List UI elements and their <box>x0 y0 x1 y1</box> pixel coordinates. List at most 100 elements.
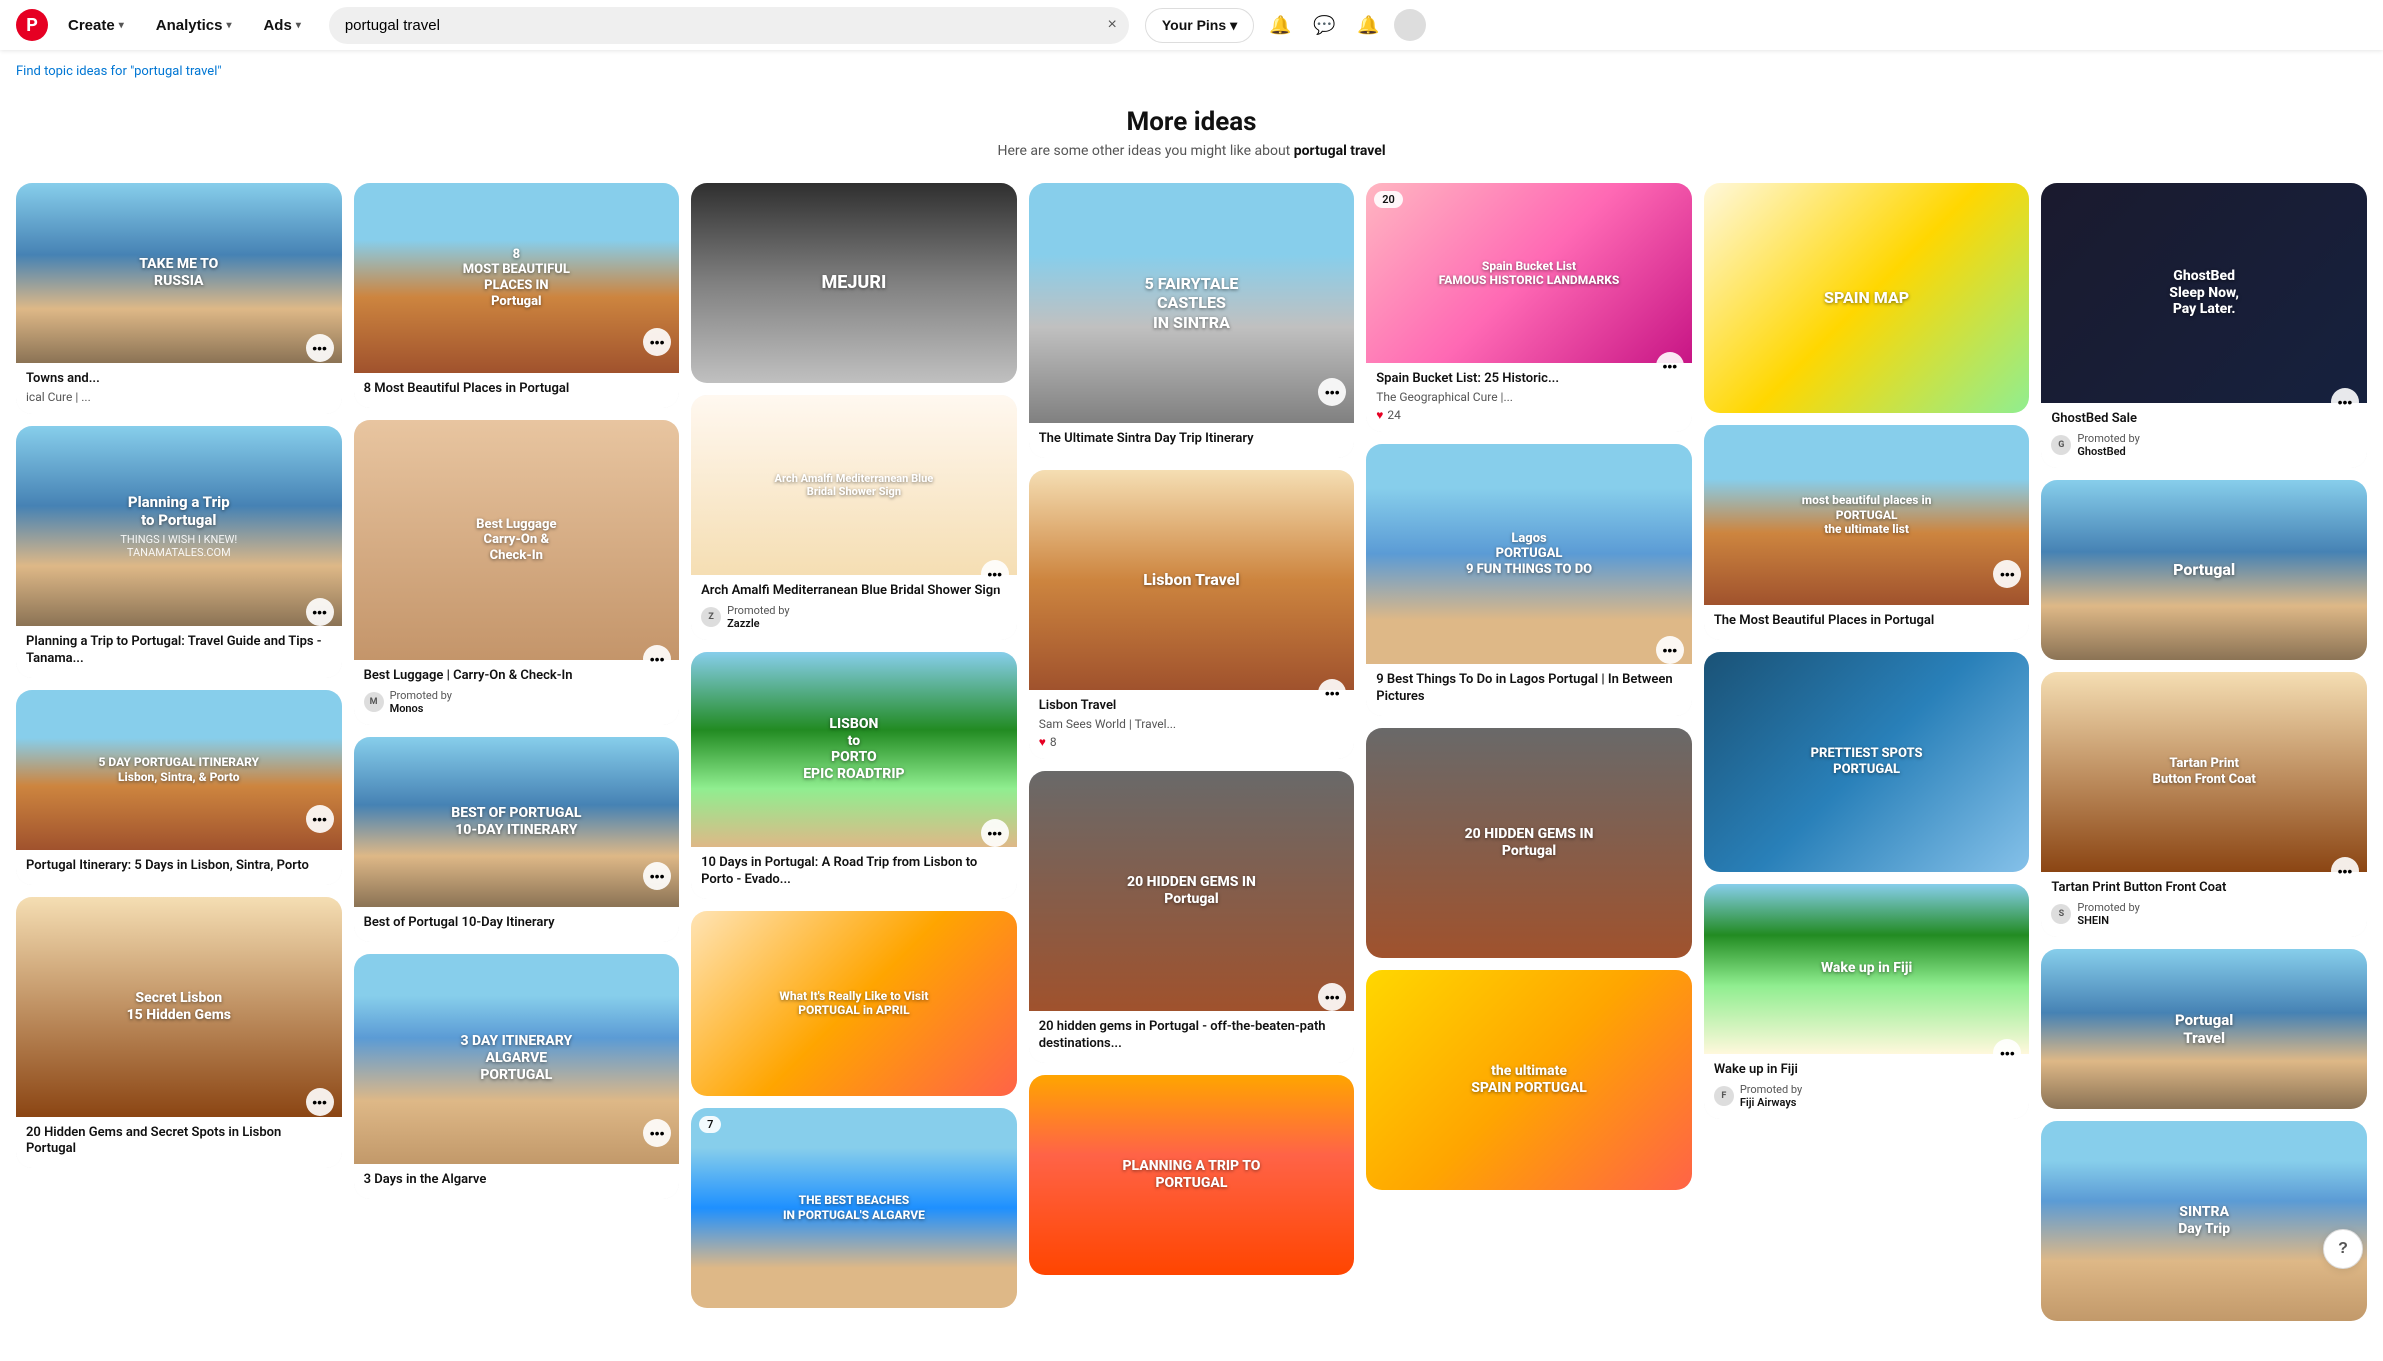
pin-card[interactable]: most beautiful places in PORTUGAL the ul… <box>1704 425 2030 640</box>
pin-save-button[interactable]: Save <box>2301 680 2359 707</box>
pin-more-options-button[interactable]: ••• <box>306 334 334 362</box>
pin-card[interactable]: MEJURISave <box>691 183 1017 383</box>
pin-save-button[interactable]: Save <box>1625 736 1683 763</box>
pin-more-options-button[interactable]: ••• <box>643 645 671 673</box>
messages-button[interactable]: 💬 <box>1306 7 1342 43</box>
pin-card[interactable]: Secret Lisbon 15 Hidden GemsSave20 Hidde… <box>16 897 342 1169</box>
pin-save-button[interactable]: Save <box>1288 1083 1346 1110</box>
pin-save-button[interactable]: Save <box>1625 191 1683 218</box>
pin-card[interactable]: PRETTIEST SPOTS PORTUGALSave <box>1704 652 2030 872</box>
pin-more-options-button[interactable]: ••• <box>981 560 1009 588</box>
pinterest-logo[interactable]: P <box>16 9 48 41</box>
search-hint-link[interactable]: Find topic ideas for "portugal travel" <box>0 60 2383 87</box>
pin-save-button[interactable]: Save <box>1288 478 1346 505</box>
notifications-bell-button[interactable]: 🔔 <box>1262 7 1298 43</box>
pin-save-button[interactable]: Save <box>1625 978 1683 1005</box>
main-content: Find topic ideas for "portugal travel" M… <box>0 0 2383 1361</box>
pin-save-button[interactable]: Save <box>950 403 1008 430</box>
pin-more-options-button[interactable]: ••• <box>1656 352 1684 380</box>
pin-card[interactable]: 3 DAY ITINERARY ALGARVE PORTUGALSave3 Da… <box>354 954 680 1199</box>
analytics-chevron-icon: ▾ <box>226 20 231 31</box>
pin-card[interactable]: What It's Really Like to Visit PORTUGAL … <box>691 911 1017 1096</box>
pin-save-button[interactable]: Save <box>2301 488 2359 515</box>
pin-more-options-button[interactable]: ••• <box>306 805 334 833</box>
ads-nav-button[interactable]: Ads ▾ <box>251 11 312 40</box>
pin-more-options-button[interactable]: ••• <box>643 328 671 356</box>
pin-card[interactable]: PortugalSave <box>2041 480 2367 660</box>
pin-save-button[interactable]: Save <box>950 191 1008 218</box>
pin-save-button[interactable]: Save <box>1963 660 2021 687</box>
pin-card[interactable]: Wake up in FijiSaveWake up in Fiji F Pro… <box>1704 884 2030 1119</box>
pin-more-options-button[interactable]: ••• <box>1318 378 1346 406</box>
analytics-nav-button[interactable]: Analytics ▾ <box>144 11 244 40</box>
pin-save-button[interactable]: Save <box>2301 957 2359 984</box>
pin-save-button[interactable]: Save <box>1963 191 2021 218</box>
pin-save-button[interactable]: Save <box>950 919 1008 946</box>
pin-save-button[interactable]: Save <box>613 428 671 455</box>
pin-save-button[interactable]: Save <box>613 745 671 772</box>
pin-save-button[interactable]: Save <box>1963 433 2021 460</box>
pin-card[interactable]: 5 FAIRYTALE CASTLES IN SINTRASaveThe Ult… <box>1029 183 1355 458</box>
pin-save-button[interactable]: Save <box>2301 191 2359 218</box>
pin-more-options-button[interactable]: ••• <box>2331 857 2359 885</box>
pin-save-button[interactable]: Save <box>1963 892 2021 919</box>
pin-card[interactable]: Lagos PORTUGAL 9 FUN THINGS TO DOSave9 B… <box>1366 444 1692 716</box>
user-avatar[interactable] <box>1394 9 1426 41</box>
help-button[interactable]: ? <box>2323 1229 2363 1269</box>
pin-more-options-button[interactable]: ••• <box>2331 388 2359 416</box>
pin-more-options-button[interactable]: ••• <box>1656 636 1684 664</box>
pin-card[interactable]: 20 HIDDEN GEMS IN PortugalSave20 hidden … <box>1029 771 1355 1063</box>
more-ideas-title: More ideas <box>0 107 2383 137</box>
pin-card[interactable]: 20 HIDDEN GEMS IN PortugalSave <box>1366 728 1692 958</box>
search-clear-button[interactable]: × <box>1108 16 1117 34</box>
pin-save-button[interactable]: Save <box>275 191 333 218</box>
pin-save-button[interactable]: Save <box>2301 1129 2359 1156</box>
pin-save-button[interactable]: Save <box>275 698 333 725</box>
pin-more-options-button[interactable]: ••• <box>306 1088 334 1116</box>
pin-card[interactable]: SPAIN MAPSave <box>1704 183 2030 413</box>
pin-card[interactable]: Planning a Trip to PortugalTHINGS I WISH… <box>16 426 342 678</box>
pin-card[interactable]: LISBON to PORTO EPIC ROADTRIPSave10 Days… <box>691 652 1017 899</box>
pin-card[interactable]: 20Spain Bucket List FAMOUS HISTORIC LAND… <box>1366 183 1692 432</box>
pin-more-options-button[interactable]: ••• <box>981 819 1009 847</box>
pin-card[interactable]: Arch Amalfi Mediterranean Blue Bridal Sh… <box>691 395 1017 640</box>
pin-card[interactable]: SINTRA Day TripSave <box>2041 1121 2367 1321</box>
pin-card[interactable]: PLANNING A TRIP TO PORTUGALSave <box>1029 1075 1355 1275</box>
pin-card[interactable]: Lisbon TravelSaveLisbon TravelSam Sees W… <box>1029 470 1355 759</box>
pin-more-options-button[interactable]: ••• <box>643 1119 671 1147</box>
pin-save-button[interactable]: Save <box>950 1116 1008 1143</box>
pin-card[interactable]: Tartan Print Button Front CoatSaveTartan… <box>2041 672 2367 937</box>
pin-card[interactable]: TAKE ME TO RUSSIASaveTowns and...ical Cu… <box>16 183 342 414</box>
notification-dot-button[interactable]: 🔔 <box>1350 7 1386 43</box>
pin-card[interactable]: 5 DAY PORTUGAL ITINERARY Lisbon, Sintra,… <box>16 690 342 885</box>
pin-more-options-button[interactable]: ••• <box>643 862 671 890</box>
create-nav-button[interactable]: Create ▾ <box>56 11 136 40</box>
search-input[interactable] <box>329 7 1129 44</box>
pin-more-options-button[interactable]: ••• <box>1318 679 1346 707</box>
pin-more-options-button[interactable]: ••• <box>1318 983 1346 1011</box>
more-ideas-subtitle: Here are some other ideas you might like… <box>0 143 2383 159</box>
pin-card[interactable]: BEST OF PORTUGAL 10-DAY ITINERARYSaveBes… <box>354 737 680 942</box>
app-header: P Create ▾ Analytics ▾ Ads ▾ × Your Pins… <box>0 0 2383 50</box>
more-ideas-section: More ideas Here are some other ideas you… <box>0 87 2383 175</box>
your-pins-button[interactable]: Your Pins ▾ <box>1145 8 1254 43</box>
pin-save-button[interactable]: Save <box>1625 452 1683 479</box>
pin-more-options-button[interactable]: ••• <box>306 598 334 626</box>
pin-save-button[interactable]: Save <box>613 962 671 989</box>
pin-card[interactable]: 8 MOST BEAUTIFUL PLACES IN PortugalSave8… <box>354 183 680 408</box>
pin-save-button[interactable]: Save <box>950 660 1008 687</box>
pin-save-button[interactable]: Save <box>1288 779 1346 806</box>
pin-save-button[interactable]: Save <box>275 434 333 461</box>
pin-card[interactable]: 7THE BEST BEACHES IN PORTUGAL'S ALGARVES… <box>691 1108 1017 1308</box>
pin-save-button[interactable]: Save <box>1288 191 1346 218</box>
pin-save-button[interactable]: Save <box>613 191 671 218</box>
pin-more-options-button[interactable]: ••• <box>1993 1039 2021 1067</box>
pin-card[interactable]: Best Luggage Carry-On & Check-InSaveBest… <box>354 420 680 725</box>
pin-grid: TAKE ME TO RUSSIASaveTowns and...ical Cu… <box>0 175 2383 1361</box>
pin-card[interactable]: the ultimate SPAIN PORTUGALSave <box>1366 970 1692 1190</box>
your-pins-label: Your Pins <box>1162 17 1226 33</box>
pin-card[interactable]: GhostBed Sleep Now, Pay Later.SaveGhostB… <box>2041 183 2367 468</box>
pin-save-button[interactable]: Save <box>275 905 333 932</box>
pin-card[interactable]: Portugal TravelSave <box>2041 949 2367 1109</box>
ads-chevron-icon: ▾ <box>296 20 301 31</box>
